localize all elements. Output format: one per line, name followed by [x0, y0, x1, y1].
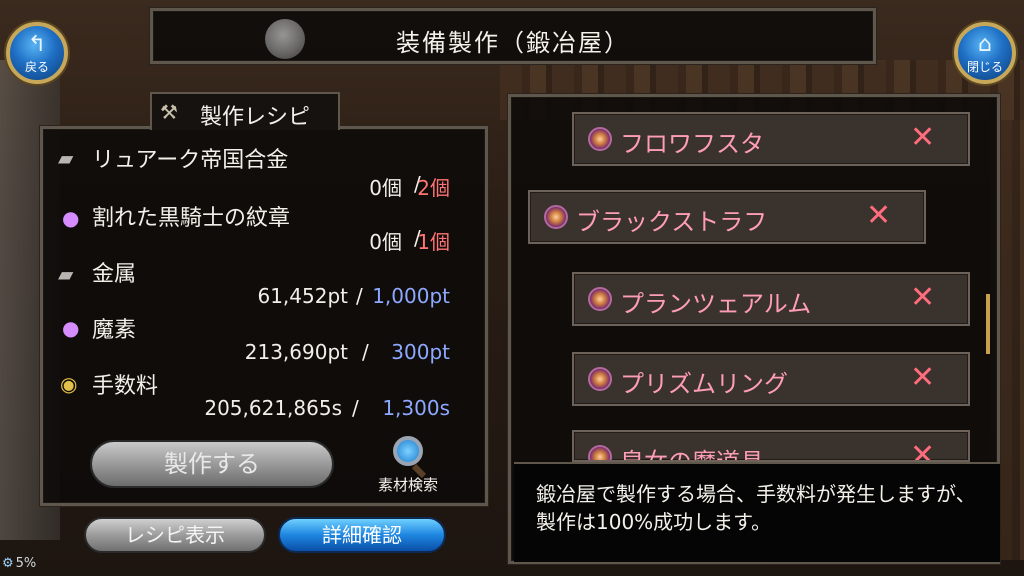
material-have: 0個	[369, 176, 402, 200]
equipment-gem-icon	[588, 445, 612, 460]
material-name: 割れた黒騎士の紋章	[92, 206, 291, 231]
material-have: 205,621,865s	[204, 396, 342, 420]
material-name: 手数料	[92, 374, 159, 399]
recipe-header-label: 製作レシピ	[200, 105, 311, 130]
recipe-view-button[interactable]: レシピ表示	[84, 517, 266, 553]
list-item[interactable]: フロワフスタ ✕	[572, 112, 970, 166]
unavailable-x-icon: ✕	[910, 438, 936, 462]
material-separator: /	[362, 340, 369, 364]
description-box: 鍛冶屋で製作する場合、手数料が発生しますが、製作は100%成功します。	[514, 462, 1000, 562]
equipment-gem-icon	[588, 367, 612, 391]
equipment-name: ブラックストラフ	[576, 208, 768, 236]
equipment-gem-icon	[544, 205, 568, 229]
list-item[interactable]: プリズムリング ✕	[572, 352, 970, 406]
material-required: 300pt	[391, 340, 450, 364]
detail-button[interactable]: 詳細確認	[278, 517, 446, 553]
material-have: 61,452pt	[257, 284, 348, 308]
unavailable-x-icon: ✕	[910, 280, 936, 315]
title-bar: 装備製作（鍛冶屋）	[150, 8, 876, 64]
material-name: 金属	[92, 262, 137, 287]
material-name: リュアーク帝国合金	[92, 148, 289, 173]
equipment-name: 皇女の魔道具	[620, 448, 764, 462]
equipment-name: フロワフスタ	[620, 130, 764, 158]
description-text: 鍛冶屋で製作する場合、手数料が発生しますが、製作は100%成功します。	[536, 482, 976, 534]
list-scrollbar[interactable]	[986, 294, 990, 354]
home-icon: ⌂	[978, 32, 992, 57]
material-separator: /	[352, 396, 359, 420]
material-required: 1,000pt	[372, 284, 450, 308]
equipment-name: プランツェアルム	[620, 290, 812, 318]
status-indicator: ⚙ 5%	[2, 556, 36, 571]
material-have: 213,690pt	[244, 340, 348, 364]
gear-icon: ⚙	[2, 556, 14, 571]
equipment-gem-icon	[588, 127, 612, 151]
back-button-label: 戻る	[24, 60, 49, 74]
coins-icon: ◉	[60, 372, 78, 396]
material-search-label: 素材検索	[377, 476, 438, 494]
unavailable-x-icon: ✕	[866, 198, 892, 233]
magnifier-icon	[393, 436, 423, 466]
material-search-button[interactable]: 素材検索	[366, 436, 450, 502]
close-button-label: 閉じる	[966, 60, 1003, 74]
orb-icon: ●	[62, 206, 80, 230]
ingot-icon: ▰	[58, 146, 74, 170]
material-name: 魔素	[92, 318, 137, 343]
equipment-gem-icon	[588, 287, 612, 311]
back-button[interactable]: ↰ 戻る	[6, 22, 68, 84]
material-required: 1,300s	[382, 396, 450, 420]
material-required: 2個	[417, 176, 450, 200]
list-item[interactable]: プランツェアルム ✕	[572, 272, 970, 326]
status-percent: 5%	[15, 556, 37, 571]
close-button[interactable]: ⌂ 閉じる	[954, 22, 1016, 84]
orb-icon: ●	[62, 316, 80, 340]
material-have: 0個	[369, 230, 402, 254]
craft-button[interactable]: 製作する	[90, 440, 334, 488]
equipment-name: プリズムリング	[620, 370, 788, 398]
list-item[interactable]: 皇女の魔道具 ✕	[572, 430, 970, 462]
unavailable-x-icon: ✕	[910, 360, 936, 395]
material-required: 1個	[417, 230, 450, 254]
page-title: 装備製作（鍛冶屋）	[396, 29, 630, 57]
unavailable-x-icon: ✕	[910, 120, 936, 155]
recipe-book-icon: ⚒	[160, 100, 178, 124]
recipe-header: ⚒ 製作レシピ	[150, 92, 340, 130]
back-arrow-icon: ↰	[27, 32, 47, 57]
list-item-selected[interactable]: ブラックストラフ ✕	[528, 190, 926, 244]
ingot-icon: ▰	[58, 262, 74, 286]
